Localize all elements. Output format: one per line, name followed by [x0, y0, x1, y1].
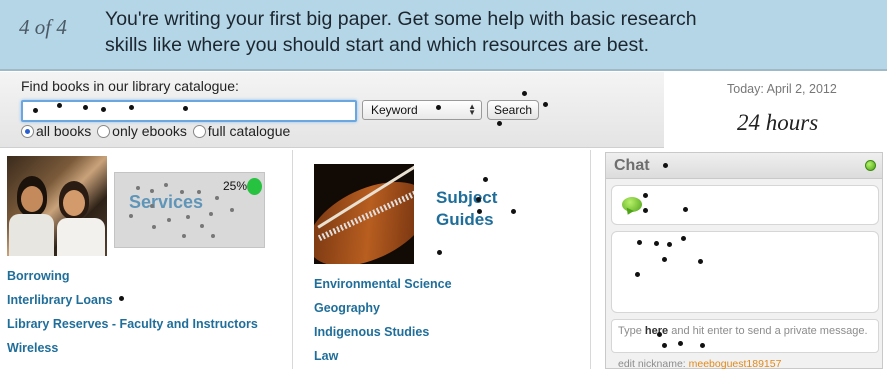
chat-message-area	[611, 231, 879, 313]
link-interlibrary-loans[interactable]: Interlibrary Loans	[7, 292, 258, 316]
services-title: Services	[129, 192, 204, 212]
search-label: Find books in our library catalogue:	[21, 78, 239, 94]
scope-all-books[interactable]: all books	[21, 123, 91, 139]
radio-icon	[192, 125, 206, 138]
search-scope-options: all books only ebooks full catalogue	[21, 123, 292, 139]
link-geography[interactable]: Geography	[314, 300, 452, 324]
tour-banner: 4 of 4 You're writing your first big pap…	[0, 0, 887, 71]
chat-message-input[interactable]: Type here and hit enter to send a privat…	[611, 319, 879, 353]
online-status-icon	[865, 160, 876, 171]
chat-welcome-box	[611, 185, 879, 225]
services-card[interactable]: Services 25%	[114, 172, 265, 248]
tour-message-line1: You're writing your first big paper. Get…	[105, 8, 697, 30]
catalogue-search-panel: Find books in our library catalogue: Key…	[0, 72, 664, 148]
column-divider	[292, 150, 293, 369]
chat-nickname: edit nickname: meeboguest189157	[618, 358, 782, 369]
select-arrows-icon: ▲ ▼	[468, 102, 476, 117]
link-law[interactable]: Law	[314, 348, 452, 369]
link-indigenous-studies[interactable]: Indigenous Studies	[314, 324, 452, 348]
edit-nickname-link[interactable]: meeboguest189157	[689, 358, 782, 369]
search-type-value: Keyword	[371, 103, 418, 117]
link-environmental-science[interactable]: Environmental Science	[314, 276, 452, 300]
tour-message: You're writing your first big paper. Get…	[105, 6, 805, 58]
students-photo	[7, 156, 107, 256]
today-date: Today: April 2, 2012	[727, 82, 837, 96]
hours-box: Today: April 2, 2012 24 hours	[664, 72, 887, 148]
chat-bubble-icon	[622, 197, 642, 212]
column-divider	[590, 150, 591, 369]
search-button[interactable]: Search	[487, 100, 539, 120]
opening-hours[interactable]: 24 hours	[737, 110, 818, 136]
radio-icon	[97, 125, 111, 138]
search-input[interactable]	[21, 100, 357, 122]
link-borrowing[interactable]: Borrowing	[7, 268, 258, 292]
violin-photo	[314, 164, 414, 264]
search-type-select[interactable]: Keyword ▲ ▼	[362, 100, 482, 120]
radio-selected-icon	[21, 125, 34, 138]
chat-title: Chat	[614, 157, 650, 174]
chat-header: Chat	[606, 153, 882, 179]
tour-message-line2: skills like where you should start and w…	[105, 34, 650, 56]
subject-guides-links: Environmental Science Geography Indigeno…	[314, 276, 452, 369]
chat-widget: Chat Type here and hit enter to send a p…	[605, 152, 883, 369]
link-wireless[interactable]: Wireless	[7, 340, 258, 364]
scope-full-catalogue[interactable]: full catalogue	[192, 123, 290, 139]
subject-guides-title[interactable]: Subject Guides	[436, 187, 497, 231]
status-indicator-icon	[247, 178, 262, 195]
services-percent: 25%	[223, 179, 248, 193]
link-library-reserves[interactable]: Library Reserves - Faculty and Instructo…	[7, 316, 258, 340]
tour-step-indicator: 4 of 4	[19, 15, 67, 39]
scope-only-ebooks[interactable]: only ebooks	[97, 123, 187, 139]
services-links: Borrowing Interlibrary Loans Library Res…	[7, 268, 258, 364]
